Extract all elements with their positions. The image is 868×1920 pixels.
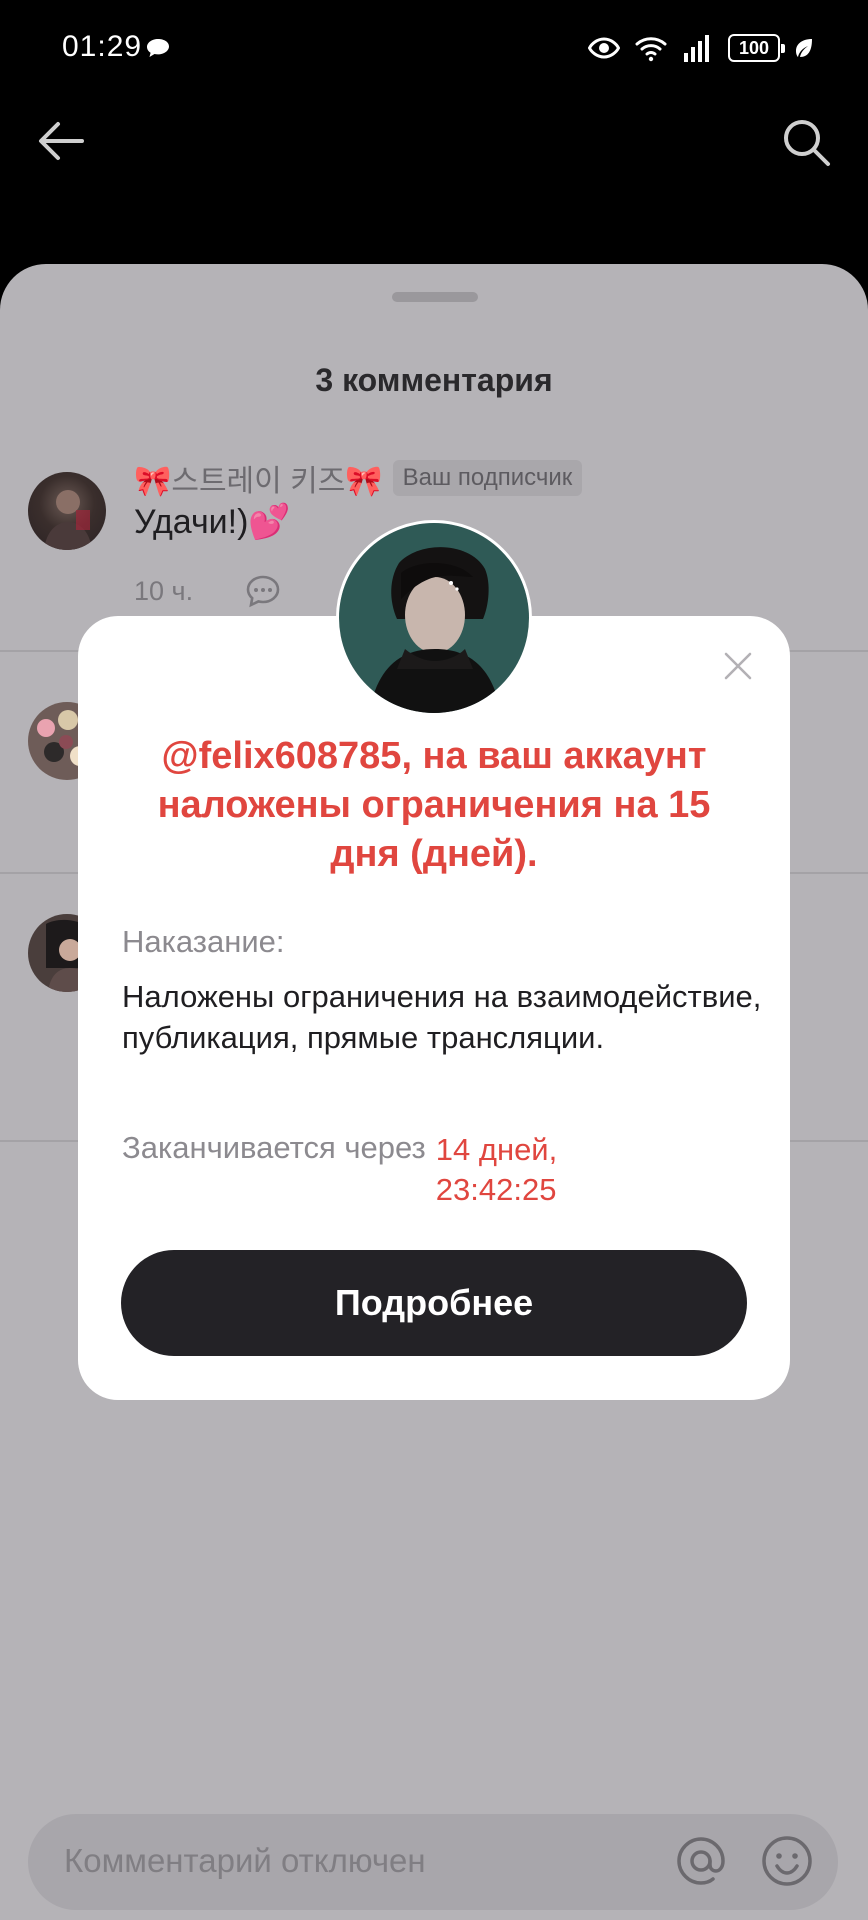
chat-bubble-icon	[147, 39, 169, 57]
avatar[interactable]	[28, 472, 106, 550]
comment-text: Удачи!)💕	[134, 503, 291, 541]
battery-level: 100	[738, 37, 770, 58]
arrow-left-icon[interactable]	[34, 114, 88, 168]
comments-count-title: 3 комментария	[315, 362, 553, 398]
ends-label: Заканчивается через	[122, 1130, 426, 1165]
mention-icon[interactable]	[670, 1830, 732, 1892]
restriction-title: @felix608785, на ваш аккаунт наложены ог…	[157, 735, 711, 875]
search-icon[interactable]	[778, 114, 834, 170]
comment-header: 🎀스트레이 키즈🎀 Ваш подписчик	[134, 456, 583, 500]
sheet-drag-handle[interactable]	[392, 292, 478, 302]
ends-row: Заканчивается через 14 дней, 23:42:25	[122, 1130, 762, 1210]
battery-icon: 100	[728, 34, 785, 62]
reply-icon[interactable]	[245, 574, 281, 608]
ends-countdown: 14 дней, 23:42:25	[435, 1132, 558, 1207]
status-icons: 100	[588, 30, 814, 66]
details-button[interactable]: Подробнее	[121, 1250, 747, 1356]
leaf-icon	[796, 39, 812, 57]
penalty-description: Наложены ограничения на взаимодействие, …	[122, 979, 762, 1055]
comment-time: 10 ч.	[134, 575, 194, 606]
status-bar: 01:29 100	[0, 0, 868, 96]
status-time: 01:29	[62, 30, 143, 63]
signal-icon	[684, 35, 709, 62]
comment-input-placeholder: Комментарий отключен	[64, 1842, 426, 1879]
comment-input[interactable]: Комментарий отключен	[28, 1814, 838, 1910]
comment-author[interactable]: 🎀스트레이 키즈🎀	[134, 456, 383, 500]
comment-meta: 10 ч.	[134, 574, 281, 608]
restriction-dialog: @felix608785, на ваш аккаунт наложены ог…	[78, 616, 790, 1400]
emoji-icon[interactable]	[756, 1830, 818, 1892]
close-icon[interactable]	[722, 650, 754, 682]
screen: 01:29 100 3 комментария 🎀스트레이 키즈🎀 Ваш по…	[0, 0, 868, 1920]
follower-badge: Ваш подписчик	[392, 460, 583, 496]
eye-icon	[588, 37, 620, 59]
user-avatar	[336, 520, 532, 716]
penalty-label: Наказание:	[122, 924, 285, 959]
wifi-icon	[635, 37, 667, 62]
